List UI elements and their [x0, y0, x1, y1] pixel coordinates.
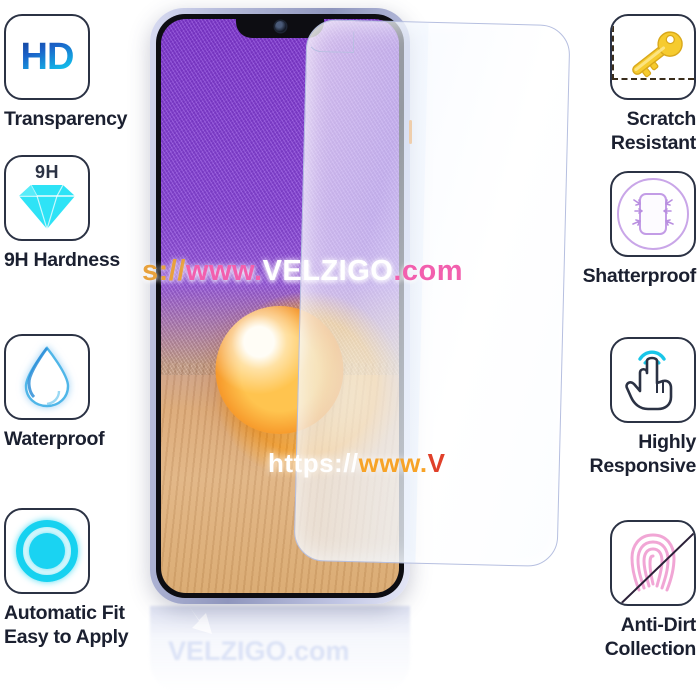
reflection-watermark: VELZIGO.com	[168, 636, 350, 666]
hd-icon: HD	[4, 14, 90, 100]
feature-label-highly-responsive: Highly Responsive	[589, 430, 697, 477]
glass-sheen	[294, 19, 429, 563]
feature-label-transparency: Transparency	[4, 108, 128, 130]
feature-label-scratch-resistant: Scratch Resistant	[610, 108, 696, 155]
feature-label-waterproof: Waterproof	[4, 428, 105, 451]
water-drop-icon	[4, 334, 90, 421]
diamond-art: 9H	[9, 160, 85, 236]
impact-circle	[617, 178, 689, 251]
feature-anti-dirt: Anti-Dirt Collection	[564, 519, 697, 661]
target-ring-art	[16, 519, 78, 582]
feature-9h-hardness: 9H 9H Hardness	[4, 155, 136, 272]
fingerprint-icon	[610, 519, 696, 606]
feature-label-9h-hardness: 9H Hardness	[4, 249, 120, 272]
impact-arrows-icon	[632, 199, 674, 227]
hd-icon-text: HD	[20, 35, 75, 78]
water-drop-shape-icon	[24, 346, 70, 408]
feature-label-shatterproof: Shatterproof	[582, 265, 697, 288]
target-ring-icon	[4, 507, 90, 594]
touch-hand-shape-icon	[625, 350, 673, 410]
feature-automatic-fit: Automatic Fit Easy to Apply	[4, 507, 136, 649]
feature-shatterproof: Shatterproof	[564, 171, 696, 288]
feature-label-anti-dirt: Anti-Dirt Collection	[604, 613, 697, 661]
diamond-shape-icon	[19, 184, 75, 230]
shatterproof-icon	[610, 171, 696, 258]
key-dashed-edge	[612, 26, 614, 80]
touch-hand-icon	[610, 336, 696, 423]
inner-dot	[29, 532, 65, 569]
diamond-icon: 9H	[4, 155, 90, 242]
feature-waterproof: Waterproof	[4, 334, 136, 451]
glass-notch-cutout	[305, 29, 355, 54]
fingerprint-shape-icon	[630, 533, 676, 592]
key-shape-icon	[632, 31, 683, 78]
front-camera-icon	[274, 21, 286, 32]
feature-label-automatic-fit: Automatic Fit Easy to Apply	[4, 601, 129, 648]
feature-column-right: Scratch Resistant Shatterproof Highly Re…	[564, 0, 696, 700]
feature-scratch-resistant: Scratch Resistant	[564, 14, 696, 155]
tempered-glass-sheet	[293, 18, 571, 568]
feature-column-left: HD Transparency 9H 9H Hardness Waterproo…	[4, 0, 136, 700]
feature-transparency: HD Transparency	[4, 14, 136, 131]
feature-highly-responsive: Highly Responsive	[564, 336, 697, 478]
diamond-icon-text: 9H	[34, 162, 59, 183]
product-feature-image: VELZIGO.com s://www.VELZIGO.com https://…	[0, 0, 700, 700]
reflection-arrow-icon	[189, 606, 212, 634]
key-scratch-icon	[610, 14, 696, 100]
